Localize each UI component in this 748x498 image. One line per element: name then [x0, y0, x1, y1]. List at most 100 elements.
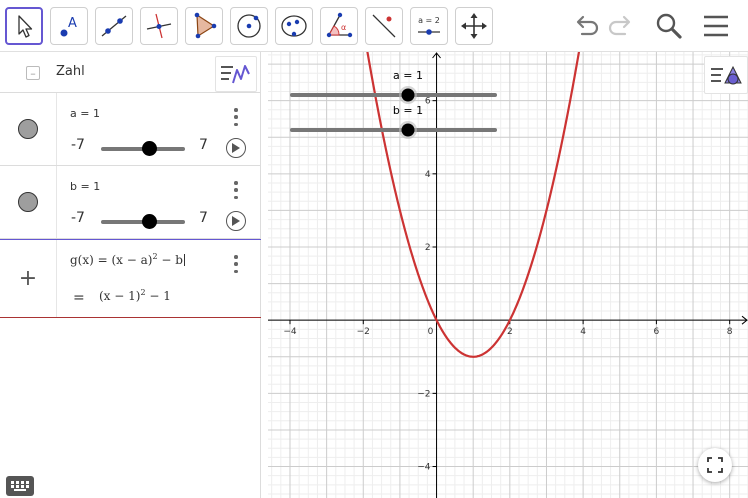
search-icon	[656, 13, 682, 39]
play-button-b[interactable]	[226, 211, 246, 231]
angle-tool[interactable]: α	[320, 7, 358, 45]
point-tool-label: A	[68, 16, 77, 31]
collapse-group-button[interactable]: –	[26, 66, 40, 80]
circle-center-point-tool[interactable]	[230, 7, 268, 45]
ellipse-icon	[281, 15, 307, 37]
y-tick-label: −2	[417, 389, 430, 399]
x-tick-label: 4	[580, 327, 586, 337]
graphics-style-icon	[711, 65, 742, 85]
marble-a	[18, 119, 38, 139]
graphics-slider-handle[interactable]	[401, 123, 415, 137]
pointer-arrow-icon	[18, 15, 33, 38]
slider-b-max: 7	[199, 210, 208, 226]
result-prefix: (x − 1)	[99, 289, 141, 303]
play-icon	[232, 143, 240, 153]
play-icon	[232, 216, 240, 226]
formula-input[interactable]: g(x) = (x − a)2 − b	[70, 252, 185, 267]
x-tick-label: 6	[654, 327, 660, 337]
keyboard-icon	[11, 481, 29, 491]
slider-a-definition: a = 1	[70, 107, 100, 120]
polygon-icon	[194, 12, 217, 39]
slider-tool[interactable]: a = 2	[410, 7, 448, 45]
line-tool[interactable]	[95, 7, 133, 45]
formula-result: (x − 1)2 − 1	[99, 288, 171, 303]
graphics-slider-label: a = 1	[393, 69, 423, 82]
ellipse-tool[interactable]	[275, 7, 313, 45]
algebra-input-row[interactable]: + g(x) = (x − a)2 − b = (x − 1)2 − 1	[0, 239, 261, 318]
row-menu-b[interactable]	[228, 180, 244, 200]
play-button-a[interactable]	[226, 138, 246, 158]
slider-icon: a = 2	[418, 16, 440, 35]
reflect-tool[interactable]	[365, 7, 403, 45]
grid-minor	[268, 52, 748, 498]
angle-tool-label: α	[341, 23, 346, 32]
move-cross-icon	[461, 13, 487, 39]
result-equals: =	[73, 290, 85, 306]
menu-icon	[704, 15, 728, 37]
y-tick-label: 6	[425, 97, 431, 107]
undo-icon	[576, 15, 599, 36]
graphics-slider-label: b = 1	[393, 104, 423, 117]
fullscreen-button[interactable]	[698, 448, 732, 482]
algebra-view: – Zahl a = 1 -7 7 b = 1 -7 7 + g(x) = (x…	[0, 52, 261, 498]
angle-icon: α	[326, 12, 353, 38]
algebra-row-a: a = 1 -7 7	[0, 93, 261, 166]
polygon-tool[interactable]	[185, 7, 223, 45]
plus-icon[interactable]: +	[19, 267, 37, 290]
visibility-toggle-b[interactable]	[0, 166, 57, 238]
graphics-slider-handle[interactable]	[401, 88, 415, 102]
slider-b-track[interactable]	[101, 214, 185, 229]
x-tick-label: −4	[283, 327, 297, 337]
move-graphics-view-tool[interactable]	[455, 7, 493, 45]
point-a-icon: A	[60, 16, 77, 37]
keyboard-button[interactable]	[6, 476, 34, 496]
redo-icon	[608, 15, 631, 36]
formula-prefix: g(x) = (x − a)	[70, 253, 153, 267]
y-tick-label: 2	[425, 243, 431, 253]
slider-a-min: -7	[71, 137, 85, 153]
slider-b-min: -7	[71, 210, 85, 226]
input-row-marble: +	[0, 240, 57, 317]
redo-button[interactable]	[604, 8, 640, 44]
perpendicular-line-icon	[146, 13, 172, 39]
x-tick-label: 2	[507, 327, 513, 337]
formula-suffix: − b	[157, 253, 183, 267]
visibility-toggle-a[interactable]	[0, 93, 57, 165]
perpendicular-line-tool[interactable]	[140, 7, 178, 45]
slider-tool-label: a = 2	[418, 16, 440, 25]
x-tick-label: 0	[428, 327, 434, 337]
fullscreen-icon	[707, 457, 723, 473]
y-tick-label: −4	[417, 463, 431, 473]
undo-button[interactable]	[567, 8, 603, 44]
move-tool[interactable]	[5, 7, 43, 45]
text-caret	[183, 254, 185, 266]
graphics-style-bar-button[interactable]	[704, 56, 748, 94]
y-tick-label: 4	[425, 170, 431, 180]
algebra-style-icon	[221, 65, 250, 84]
marble-b	[18, 192, 38, 212]
geogebra-app: A α a = 2 – Zahl a = 1 -7 7 b = 1 -7 7 +…	[0, 0, 748, 498]
circle-center-icon	[237, 14, 261, 38]
group-title: Zahl	[56, 64, 85, 79]
slider-a-track[interactable]	[101, 141, 185, 156]
point-tool[interactable]: A	[50, 7, 88, 45]
graph-canvas[interactable]: −4 −2 0 2 4 6 8 6 4 2 −2 −4 a = 1 b = 1	[268, 52, 748, 498]
slider-b-definition: b = 1	[70, 180, 101, 193]
row-menu-g[interactable]	[228, 254, 244, 274]
algebra-style-bar-button[interactable]	[215, 56, 257, 92]
slider-b-handle[interactable]	[141, 214, 157, 229]
graphics-view[interactable]: −4 −2 0 2 4 6 8 6 4 2 −2 −4 a = 1 b = 1	[268, 52, 748, 498]
row-menu-a[interactable]	[228, 107, 244, 127]
slider-a-max: 7	[199, 137, 208, 153]
graphics-sliders: a = 1 b = 1	[290, 69, 497, 139]
x-tick-label: −2	[357, 327, 370, 337]
algebra-header: – Zahl	[0, 52, 261, 93]
main-menu-button[interactable]	[698, 8, 734, 44]
algebra-row-b: b = 1 -7 7	[0, 166, 261, 239]
reflect-about-line-icon	[372, 14, 396, 38]
search-button[interactable]	[651, 8, 687, 44]
line-through-points-icon	[101, 15, 127, 37]
x-tick-label: 8	[727, 327, 733, 337]
toolbar: A α a = 2	[0, 0, 748, 52]
slider-a-handle[interactable]	[141, 141, 157, 156]
